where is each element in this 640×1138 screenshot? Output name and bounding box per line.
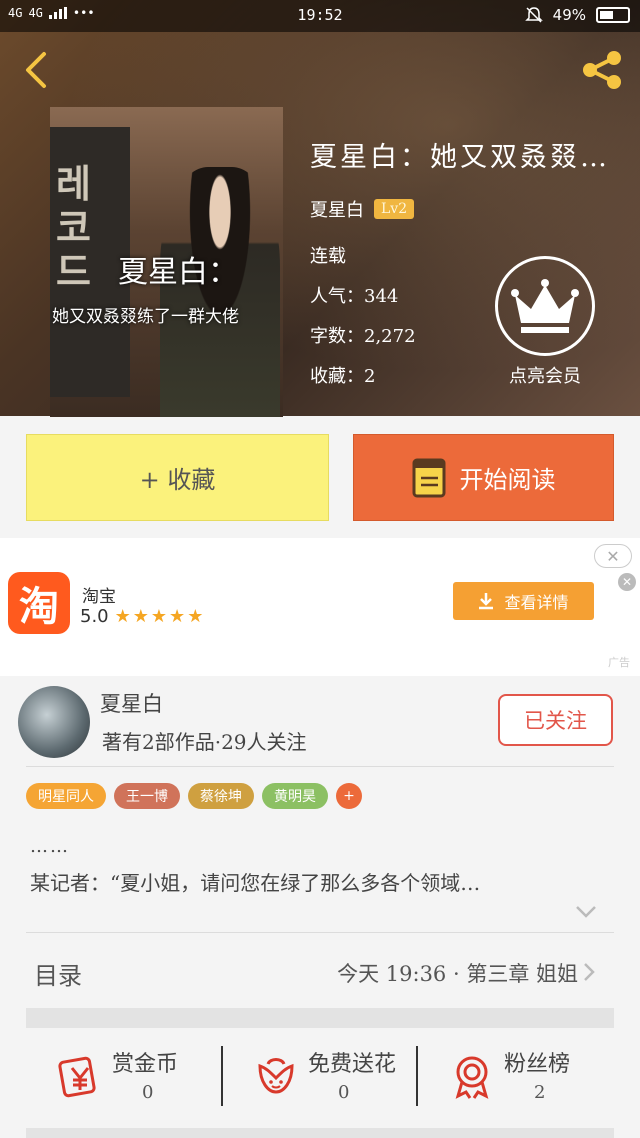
download-icon: [479, 593, 494, 610]
ad-dismiss-icon[interactable]: ✕: [618, 573, 636, 591]
cover-figure: [160, 167, 280, 417]
tag-item[interactable]: 王一博: [114, 783, 180, 809]
author-card[interactable]: 夏星白 著有2部作品·29人关注 已关注: [0, 676, 640, 764]
share-icon[interactable]: [578, 48, 626, 92]
tag-list: 明星同人 王一博 蔡徐坤 黄明昊 +: [26, 783, 362, 809]
fan-ranking-item[interactable]: 粉丝榜 2: [418, 1044, 614, 1114]
book-cover[interactable]: 레 코 드 夏星白： 她又双叒叕练了一群大佬: [50, 107, 283, 417]
action-bar: + 收藏 开始阅读: [0, 416, 640, 538]
send-flowers-item[interactable]: 免费送花 0: [222, 1044, 418, 1114]
battery-percent: 49%: [552, 6, 586, 24]
cover-korean-text: 레 코 드: [56, 162, 91, 294]
gold-coin-icon: [58, 1056, 96, 1098]
follow-button[interactable]: 已关注: [498, 694, 613, 746]
table-of-contents-row[interactable]: 目录 今天 19:36 · 第三章 姐姐: [26, 934, 614, 1008]
book-description[interactable]: …… 某记者：“夏小姐，请问您在绿了那么多各个领域…: [30, 836, 620, 896]
author-name[interactable]: 夏星白: [100, 688, 163, 718]
ad-banner[interactable]: 淘 淘宝 5.0 ★★★★★ 查看详情 ✕ ✕ 广告: [0, 538, 640, 676]
taobao-app-icon[interactable]: 淘: [8, 572, 70, 634]
stat-label: 粉丝榜: [504, 1052, 571, 1077]
status-right: 49%: [524, 6, 630, 24]
stat-label: 免费送花: [308, 1052, 397, 1077]
vip-label: 点亮会员: [509, 366, 581, 387]
expand-chevron-icon[interactable]: [574, 904, 598, 920]
book-title: 夏星白：她又双叒叕…: [310, 142, 610, 173]
ad-app-name: 淘宝: [82, 587, 116, 607]
avatar[interactable]: [18, 686, 90, 758]
tag-item[interactable]: 蔡徐坤: [188, 783, 254, 809]
tag-item[interactable]: 明星同人: [26, 783, 106, 809]
vip-button[interactable]: 点亮会员: [493, 256, 597, 391]
tag-item[interactable]: 黄明昊: [262, 783, 328, 809]
book-author[interactable]: 夏星白: [310, 196, 364, 222]
ad-rating-value: 5.0: [80, 606, 109, 627]
back-arrow-icon[interactable]: [18, 48, 54, 92]
toc-label: 目录: [34, 962, 82, 990]
author-row: 夏星白 Lv2: [310, 196, 630, 222]
collect-button[interactable]: + 收藏: [26, 434, 329, 521]
cover-title: 夏星白：: [118, 255, 238, 290]
divider: [26, 932, 614, 933]
ad-rating: 5.0 ★★★★★: [80, 606, 205, 627]
divider: [26, 766, 614, 767]
collect-label: + 收藏: [139, 466, 216, 494]
add-tag-button[interactable]: +: [336, 783, 362, 809]
level-badge: Lv2: [374, 199, 415, 219]
reward-coins-item[interactable]: 赏金币 0: [26, 1044, 222, 1114]
flower-icon: [258, 1058, 294, 1094]
stat-value: 0: [338, 1082, 350, 1103]
start-reading-label: 开始阅读: [459, 466, 556, 494]
stat-value: 2: [534, 1082, 546, 1103]
start-reading-button[interactable]: 开始阅读: [353, 434, 614, 521]
mute-bell-icon: [524, 7, 543, 23]
latest-chapter: 今天 19:36 · 第三章 姐姐: [337, 962, 578, 986]
crown-icon: [511, 279, 579, 333]
ad-details-label: 查看详情: [504, 593, 569, 612]
ad-label: 广告: [608, 656, 630, 669]
ad-details-button[interactable]: 查看详情: [453, 582, 594, 620]
book-icon: [412, 458, 445, 497]
description-line: ……: [30, 836, 70, 857]
medal-icon: [455, 1056, 489, 1099]
cover-subtitle: 她又双叒叕练了一群大佬: [52, 307, 239, 327]
rating-stars-icon: ★★★★★: [114, 606, 206, 627]
section-separator: [26, 1008, 614, 1028]
author-meta: 著有2部作品·29人关注: [102, 730, 307, 754]
stat-value: 0: [142, 1082, 154, 1103]
crown-icon-ring: [495, 256, 595, 356]
section-separator: [26, 1128, 614, 1138]
battery-icon: [596, 7, 630, 23]
ad-close-button[interactable]: ✕: [594, 544, 632, 568]
chevron-right-icon: [584, 963, 595, 981]
stat-label: 赏金币: [112, 1052, 179, 1077]
description-line: 某记者：“夏小姐，请问您在绿了那么多各个领域…: [30, 871, 481, 895]
status-bar: 4G 4G ••• 19:52 49%: [0, 0, 640, 32]
stats-bar: 赏金币 0 免费送花 0 粉丝榜 2: [26, 1028, 614, 1128]
